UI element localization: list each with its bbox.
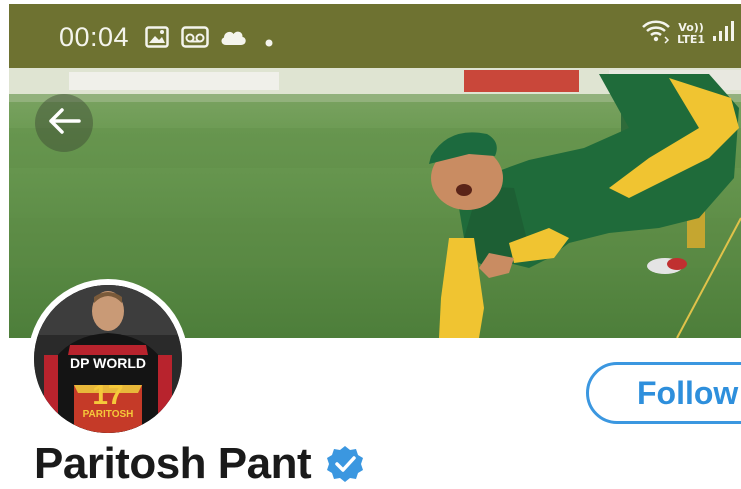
- voicemail-icon: [181, 26, 209, 53]
- profile-avatar[interactable]: DP WORLD 17 PARITOSH: [28, 279, 188, 439]
- network-type: Vo)) LTE1: [677, 20, 705, 46]
- wifi-icon: [641, 18, 671, 49]
- arrow-left-icon: [47, 107, 81, 140]
- verified-badge-icon: [325, 444, 365, 489]
- status-bar: 00:04 Vo)) LTE1: [9, 4, 741, 68]
- back-button[interactable]: [35, 94, 93, 152]
- signal-icon: [711, 19, 735, 48]
- avatar-jersey-name: PARITOSH: [82, 409, 134, 420]
- dot-icon: [265, 34, 273, 52]
- follow-button[interactable]: Follow: [586, 362, 741, 424]
- cloud-icon: [219, 28, 247, 51]
- avatar-jersey-number: 17: [92, 379, 124, 410]
- image-icon: [145, 26, 169, 53]
- status-indicators: Vo)) LTE1: [641, 18, 735, 49]
- avatar-jersey-sponsor: DP WORLD: [70, 355, 146, 371]
- screen-edge-left: [0, 0, 9, 486]
- profile-name-row: Paritosh Pant: [34, 438, 365, 489]
- status-time: 00:04: [59, 22, 130, 52]
- display-name: Paritosh Pant: [34, 438, 312, 488]
- avatar-photo: DP WORLD 17 PARITOSH: [34, 285, 182, 433]
